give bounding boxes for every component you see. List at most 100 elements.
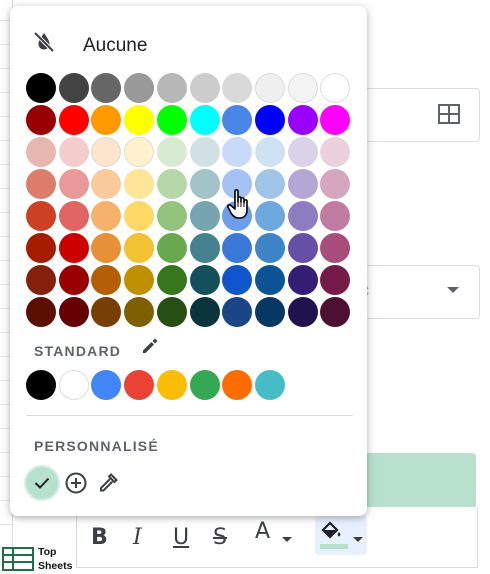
standard-swatch-8[interactable] xyxy=(254,370,285,400)
palette-swatch-r7-c9[interactable] xyxy=(287,265,318,295)
palette-swatch-r2-c1[interactable] xyxy=(26,105,56,135)
standard-swatch-1[interactable] xyxy=(26,370,56,400)
palette-swatch-r8-c10[interactable] xyxy=(320,297,351,327)
palette-swatch-r2-c3[interactable] xyxy=(91,105,122,135)
format-dropdown[interactable] xyxy=(350,265,480,319)
palette-swatch-r8-c2[interactable] xyxy=(58,297,89,327)
palette-swatch-r8-c4[interactable] xyxy=(124,297,155,327)
palette-swatch-r3-c7[interactable] xyxy=(222,137,253,167)
palette-swatch-r5-c8[interactable] xyxy=(254,201,285,231)
text-color-arrow-icon[interactable] xyxy=(282,537,292,542)
palette-swatch-r8-c6[interactable] xyxy=(189,297,220,327)
palette-swatch-r1-c4[interactable] xyxy=(124,73,155,103)
palette-swatch-r4-c6[interactable] xyxy=(189,169,220,199)
no-fill-option[interactable]: Aucune xyxy=(10,6,367,68)
palette-swatch-r1-c5[interactable] xyxy=(156,73,187,103)
dropdown-arrow-icon[interactable] xyxy=(447,287,459,293)
palette-swatch-r5-c3[interactable] xyxy=(91,201,122,231)
palette-swatch-r7-c3[interactable] xyxy=(91,265,122,295)
palette-swatch-r6-c5[interactable] xyxy=(156,233,187,263)
standard-swatch-6[interactable] xyxy=(189,370,220,400)
text-color-button[interactable]: A xyxy=(255,519,270,544)
palette-swatch-r5-c4[interactable] xyxy=(124,201,155,231)
standard-swatch-2[interactable] xyxy=(58,370,89,400)
palette-swatch-r7-c8[interactable] xyxy=(254,265,285,295)
palette-swatch-r4-c2[interactable] xyxy=(58,169,89,199)
palette-swatch-r3-c1[interactable] xyxy=(26,137,56,167)
palette-swatch-r4-c4[interactable] xyxy=(124,169,155,199)
palette-swatch-r3-c8[interactable] xyxy=(254,137,285,167)
palette-swatch-r1-c10[interactable] xyxy=(320,73,351,103)
standard-swatch-7[interactable] xyxy=(222,370,253,400)
palette-swatch-r4-c9[interactable] xyxy=(287,169,318,199)
palette-swatch-r2-c10[interactable] xyxy=(320,105,351,135)
palette-swatch-r4-c5[interactable] xyxy=(156,169,187,199)
palette-swatch-r7-c7[interactable] xyxy=(222,265,253,295)
standard-swatch-4[interactable] xyxy=(124,370,155,400)
palette-swatch-r5-c5[interactable] xyxy=(156,201,187,231)
palette-swatch-r1-c3[interactable] xyxy=(91,73,122,103)
palette-swatch-r1-c2[interactable] xyxy=(58,73,89,103)
palette-swatch-r6-c6[interactable] xyxy=(189,233,220,263)
palette-swatch-r3-c10[interactable] xyxy=(320,137,351,167)
palette-swatch-r7-c10[interactable] xyxy=(320,265,351,295)
palette-swatch-r1-c6[interactable] xyxy=(189,73,220,103)
italic-button[interactable]: I xyxy=(133,525,142,550)
grid-icon[interactable] xyxy=(438,104,460,124)
palette-swatch-r7-c5[interactable] xyxy=(156,265,187,295)
palette-swatch-r1-c8[interactable] xyxy=(254,73,285,103)
palette-swatch-r7-c4[interactable] xyxy=(124,265,155,295)
custom-color-swatch-selected[interactable] xyxy=(26,467,58,499)
palette-swatch-r8-c7[interactable] xyxy=(222,297,253,327)
palette-swatch-r6-c4[interactable] xyxy=(124,233,155,263)
palette-swatch-r3-c3[interactable] xyxy=(91,137,122,167)
standard-swatch-3[interactable] xyxy=(91,370,122,400)
palette-swatch-r8-c3[interactable] xyxy=(91,297,122,327)
palette-swatch-r1-c1[interactable] xyxy=(26,73,56,103)
palette-swatch-r2-c2[interactable] xyxy=(58,105,89,135)
palette-swatch-r4-c8[interactable] xyxy=(254,169,285,199)
palette-swatch-r5-c10[interactable] xyxy=(320,201,351,231)
palette-swatch-r7-c6[interactable] xyxy=(189,265,220,295)
palette-swatch-r6-c9[interactable] xyxy=(287,233,318,263)
palette-swatch-r1-c7[interactable] xyxy=(222,73,253,103)
eyedropper-icon[interactable] xyxy=(96,471,120,495)
palette-swatch-r6-c10[interactable] xyxy=(320,233,351,263)
fill-color-icon[interactable] xyxy=(319,519,343,543)
standard-swatch-5[interactable] xyxy=(156,370,187,400)
pencil-icon[interactable] xyxy=(140,336,160,356)
palette-swatch-r2-c9[interactable] xyxy=(287,105,318,135)
palette-swatch-r1-c9[interactable] xyxy=(287,73,318,103)
palette-swatch-r7-c1[interactable] xyxy=(26,265,56,295)
palette-swatch-r3-c9[interactable] xyxy=(287,137,318,167)
palette-swatch-r2-c6[interactable] xyxy=(189,105,220,135)
palette-swatch-r2-c5[interactable] xyxy=(156,105,187,135)
palette-swatch-r7-c2[interactable] xyxy=(58,265,89,295)
palette-swatch-r8-c8[interactable] xyxy=(254,297,285,327)
palette-swatch-r8-c1[interactable] xyxy=(26,297,56,327)
palette-swatch-r5-c9[interactable] xyxy=(287,201,318,231)
palette-swatch-r6-c2[interactable] xyxy=(58,233,89,263)
palette-swatch-r2-c4[interactable] xyxy=(124,105,155,135)
fill-color-arrow-icon[interactable] xyxy=(353,537,363,542)
palette-swatch-r8-c5[interactable] xyxy=(156,297,187,327)
palette-swatch-r2-c7[interactable] xyxy=(222,105,253,135)
palette-swatch-r4-c3[interactable] xyxy=(91,169,122,199)
palette-swatch-r3-c4[interactable] xyxy=(124,137,155,167)
range-selector-box[interactable] xyxy=(350,88,480,142)
strikethrough-button[interactable]: S xyxy=(213,525,227,550)
palette-swatch-r6-c7[interactable] xyxy=(222,233,253,263)
palette-swatch-r5-c6[interactable] xyxy=(189,201,220,231)
palette-swatch-r5-c2[interactable] xyxy=(58,201,89,231)
palette-swatch-r3-c5[interactable] xyxy=(156,137,187,167)
palette-swatch-r6-c8[interactable] xyxy=(254,233,285,263)
palette-swatch-r4-c10[interactable] xyxy=(320,169,351,199)
palette-swatch-r5-c1[interactable] xyxy=(26,201,56,231)
palette-swatch-r6-c1[interactable] xyxy=(26,233,56,263)
underline-button[interactable]: U xyxy=(173,525,189,550)
palette-swatch-r3-c2[interactable] xyxy=(58,137,89,167)
add-circle-icon[interactable] xyxy=(64,471,88,495)
palette-swatch-r2-c8[interactable] xyxy=(254,105,285,135)
palette-swatch-r3-c6[interactable] xyxy=(189,137,220,167)
palette-swatch-r8-c9[interactable] xyxy=(287,297,318,327)
